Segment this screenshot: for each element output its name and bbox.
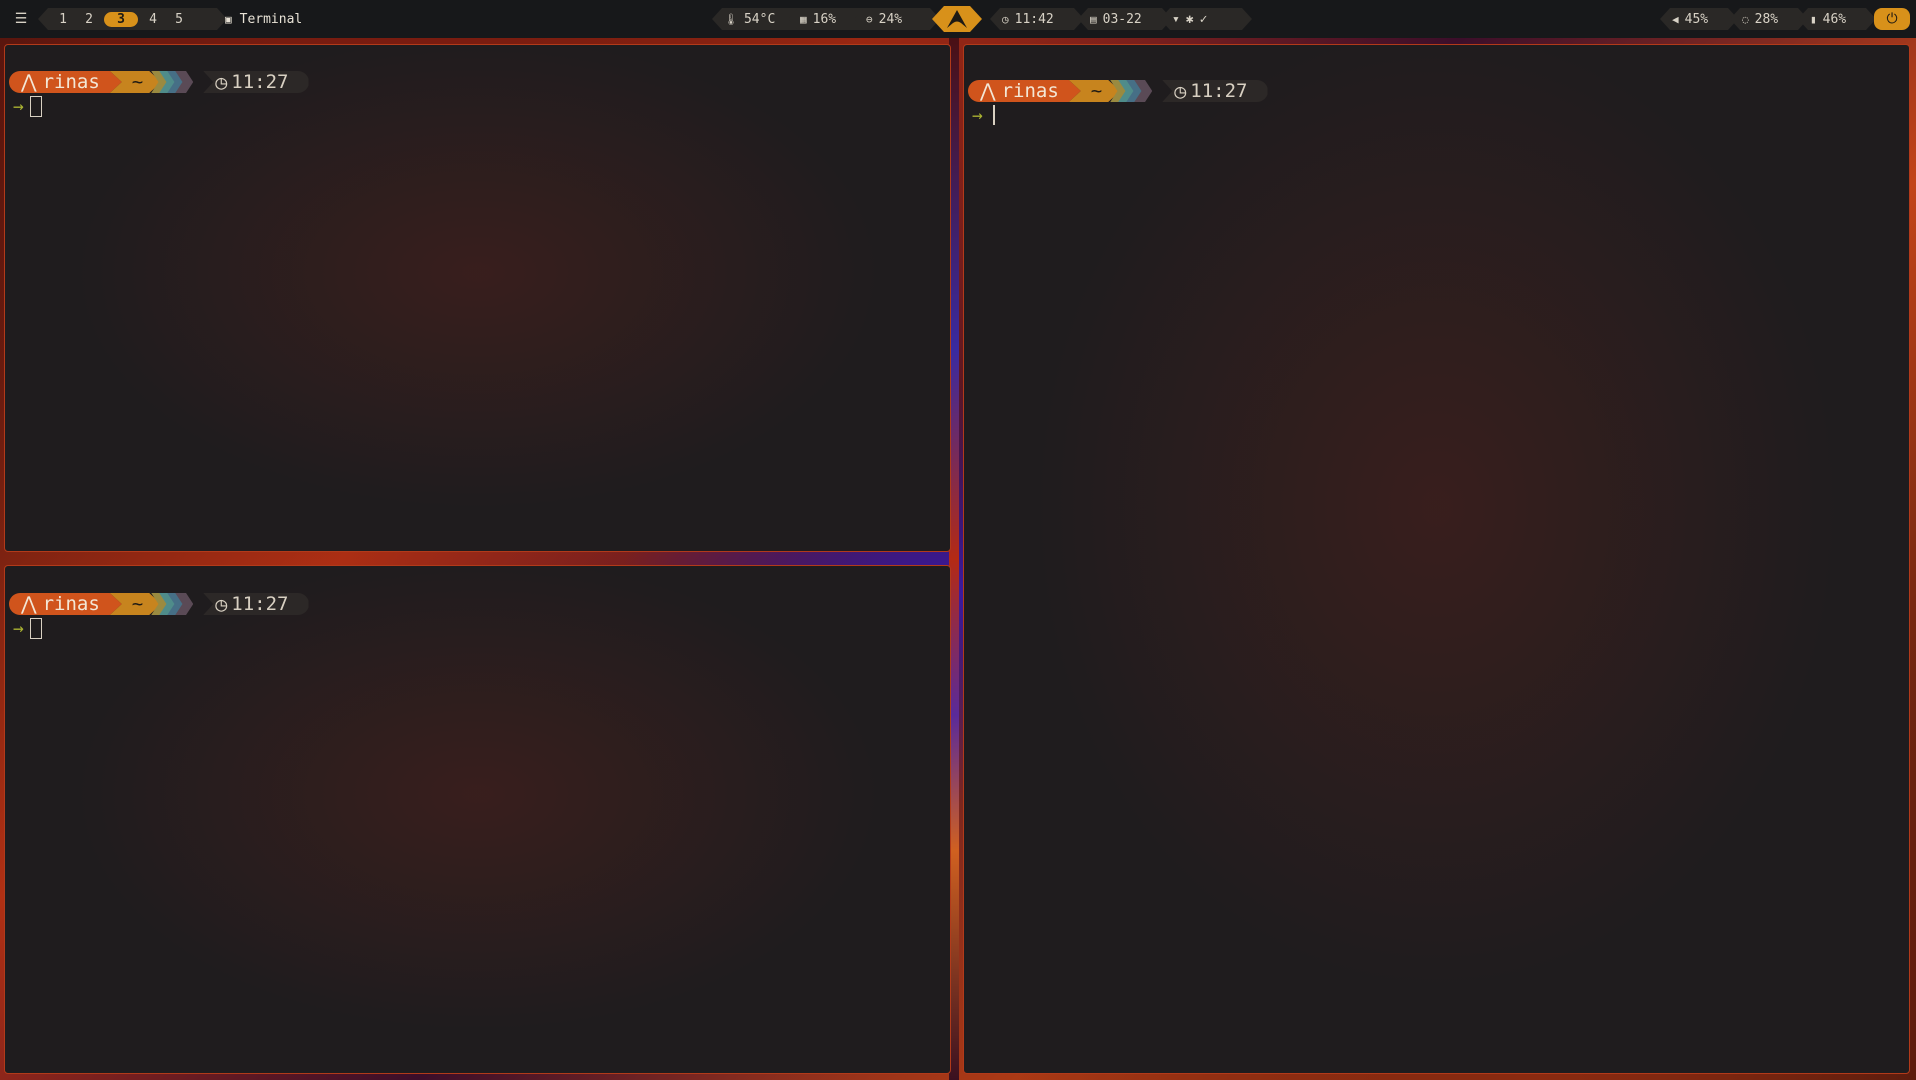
top-bar: ☰ 1 2 3 4 5 ▣ Terminal 🌡︎ 54°C ▦ 16% ⊖ 2… [0,0,1916,38]
prompt-user-segment: ⋀ rinas [968,80,1081,102]
clock-icon: ◷ [215,70,228,94]
temperature-value: 54°C [743,11,776,27]
prompt-time: 11:27 [1190,80,1248,102]
workspace-4[interactable]: 4 [140,12,166,27]
prompt-time: 11:27 [231,71,289,93]
cpu-value: 24% [878,11,903,27]
clock-icon: ◷ [1174,79,1187,103]
arch-icon: ⋀ [21,71,37,93]
arch-logo-icon[interactable] [932,6,982,32]
input-line[interactable]: → [13,617,42,639]
brightness-value: 28% [1754,11,1779,27]
battery-icon: ▮ [1810,12,1817,26]
text-cursor [29,617,42,639]
bluetooth-icon[interactable]: ✱ [1186,12,1200,27]
clock-module[interactable]: ◷ 11:42 [990,8,1084,30]
terminal-window-icon: ▣ [225,12,232,26]
brightness-icon: ◌ [1742,12,1749,26]
prompt-arrow-icon: → [972,104,983,126]
workspace-1[interactable]: 1 [50,12,76,27]
terminal-pane-bottom-left[interactable]: ⋀ rinas ~ ◷ 11:27 → [4,565,951,1074]
prompt-directory: ~ [131,71,144,93]
check-icon[interactable]: ✓ [1200,12,1214,27]
hamburger-menu-icon[interactable]: ☰ [10,8,32,30]
speaker-icon: ◀ [1672,12,1679,26]
clock-icon: ◷ [1002,12,1009,26]
terminal-pane-top-left[interactable]: ⋀ rinas ~ ◷ 11:27 → [4,44,951,552]
prompt-line: ⋀ rinas ~ ◷ 11:27 [9,593,309,615]
prompt-directory: ~ [1090,80,1103,102]
calendar-icon: ▤ [1090,12,1097,26]
terminal-pane-right[interactable]: ⋀ rinas ~ ◷ 11:27 → [963,44,1910,1074]
text-cursor [29,95,42,117]
arch-icon: ⋀ [980,80,996,102]
input-line[interactable]: → [972,104,995,126]
prompt-time: 11:27 [231,593,289,615]
prompt-arrow-icon: → [13,617,24,639]
prompt-username: rinas [1001,80,1059,102]
prompt-username: rinas [42,71,100,93]
volume-value: 45% [1684,11,1709,27]
workspace-switcher: 1 2 3 4 5 [38,8,227,30]
prompt-time-segment: ◷ 11:27 [203,70,309,94]
battery-module[interactable]: ▮ 46% [1798,8,1876,30]
window-title-label: Terminal [239,11,303,27]
workspace-5[interactable]: 5 [166,12,192,27]
volume-module[interactable]: ◀ 45% [1660,8,1738,30]
network-module[interactable]: ▾ ✱ ✓ [1160,8,1252,30]
brightness-module[interactable]: ◌ 28% [1730,8,1808,30]
prompt-user-segment: ⋀ rinas [9,71,122,93]
prompt-username: rinas [42,593,100,615]
prompt-user-segment: ⋀ rinas [9,593,122,615]
thermometer-icon: 🌡︎ [724,12,738,26]
workspace-3-active[interactable]: 3 [104,12,138,27]
prompt-arrow-icon: → [13,95,24,117]
wifi-icon[interactable]: ▾ [1172,12,1186,27]
prompt-line: ⋀ rinas ~ ◷ 11:27 [9,71,309,93]
prompt-directory: ~ [131,593,144,615]
clock-value: 11:42 [1014,11,1054,27]
input-line[interactable]: → [13,95,42,117]
cpu-icon: ⊖ [866,12,873,26]
power-icon[interactable]: ⏻ [1874,8,1910,30]
date-value: 03-22 [1102,11,1142,27]
memory-value: 16% [812,11,837,27]
memory-icon: ▦ [800,12,807,26]
clock-icon: ◷ [215,592,228,616]
prompt-line: ⋀ rinas ~ ◷ 11:27 [968,80,1268,102]
workspace-2[interactable]: 2 [76,12,102,27]
battery-value: 46% [1822,11,1847,27]
prompt-time-segment: ◷ 11:27 [203,592,309,616]
cpu-module[interactable]: ⊖ 24% [854,8,940,30]
text-cursor [992,105,995,125]
arch-icon: ⋀ [21,593,37,615]
prompt-time-segment: ◷ 11:27 [1162,79,1268,103]
date-module[interactable]: ▤ 03-22 [1078,8,1172,30]
active-window-title: ▣ Terminal [225,8,302,30]
